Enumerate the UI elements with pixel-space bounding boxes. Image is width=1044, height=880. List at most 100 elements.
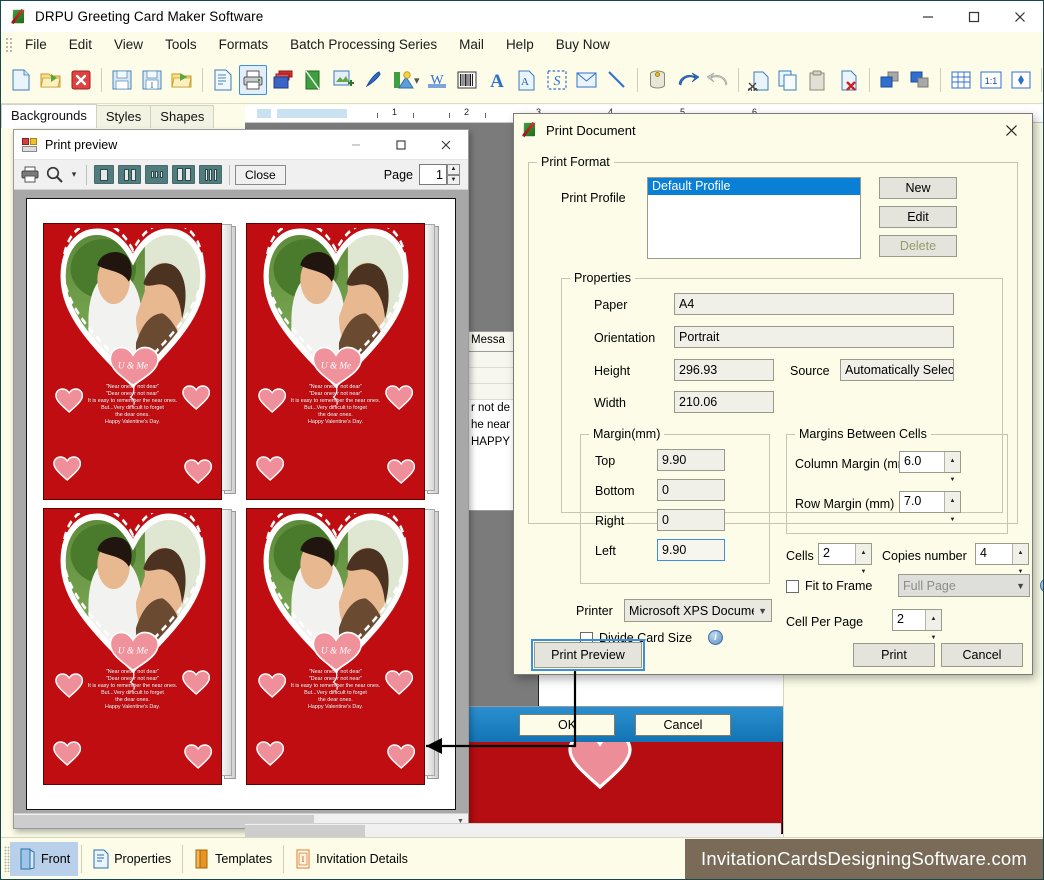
page-number-input[interactable]: 1 (419, 164, 447, 185)
tab-shapes[interactable]: Shapes (150, 105, 215, 128)
profile-item-default[interactable]: Default Profile (648, 178, 860, 195)
message-table[interactable]: Messa r not de he near HAPPY (467, 331, 519, 511)
fit-to-frame-checkbox[interactable]: Fit to Frame (786, 579, 872, 593)
ok-button[interactable]: OK (519, 713, 615, 736)
pp-close-button[interactable] (423, 130, 468, 160)
menu-tools[interactable]: Tools (154, 34, 208, 55)
fit-page-icon[interactable] (1007, 65, 1035, 95)
checkbox-box[interactable] (786, 579, 799, 593)
text-style-icon[interactable]: A (513, 65, 541, 95)
two-pages-icon[interactable] (118, 165, 141, 184)
watermark-icon[interactable]: W (423, 65, 451, 95)
save-as-icon[interactable]: I (138, 65, 166, 95)
row-margin-arrows[interactable]: ▲ ▼ (944, 492, 960, 523)
database-icon[interactable] (644, 65, 672, 95)
card-layers-icon[interactable] (269, 65, 297, 95)
message-table-row[interactable] (468, 368, 518, 384)
print-preview-button[interactable]: Print Preview (531, 639, 645, 671)
pp-maximize-button[interactable] (378, 130, 423, 160)
margin-left-field[interactable]: 9.90 (657, 539, 725, 561)
printer-combo[interactable]: Microsoft XPS Document ▼ (624, 599, 772, 622)
menu-mail[interactable]: Mail (448, 34, 495, 55)
spin-up[interactable]: ▲ (1013, 544, 1028, 563)
minimize-button[interactable] (905, 1, 951, 32)
source-field[interactable]: Automatically Selec (840, 359, 954, 381)
message-table-row[interactable] (468, 352, 518, 368)
menu-formats[interactable]: Formats (208, 34, 280, 55)
pen-icon[interactable] (359, 65, 387, 95)
save-icon[interactable] (108, 65, 136, 95)
menu-view[interactable]: View (103, 34, 154, 55)
margin-bottom-field[interactable]: 0 (657, 479, 725, 501)
paste-icon[interactable] (805, 65, 833, 95)
menu-help[interactable]: Help (495, 34, 545, 55)
signature-icon[interactable]: S (543, 65, 571, 95)
delete-document-icon[interactable] (67, 65, 95, 95)
spin-down[interactable]: ▼ (945, 471, 960, 490)
bring-front-icon[interactable] (876, 65, 904, 95)
close-button[interactable] (997, 1, 1043, 32)
page-spinner[interactable]: ▲ ▼ (447, 164, 460, 185)
statusbar-item-templates[interactable]: Templates (186, 842, 280, 876)
grid-icon[interactable] (947, 65, 975, 95)
preview-close-button[interactable]: Close (235, 164, 286, 185)
line-icon[interactable] (603, 65, 631, 95)
margin-right-field[interactable]: 0 (657, 509, 725, 531)
height-field[interactable]: 296.93 (674, 359, 774, 381)
menu-edit[interactable]: Edit (58, 34, 103, 55)
message-table-row[interactable] (468, 384, 518, 400)
column-margin-spinner[interactable]: 6.0 ▲ ▼ (899, 451, 961, 483)
menu-gripper[interactable] (4, 35, 12, 54)
statusbar-item-invitation-details[interactable]: I Invitation Details (287, 842, 416, 876)
undo-icon[interactable] (674, 65, 702, 95)
spin-up[interactable]: ▲ (926, 610, 941, 629)
text-icon[interactable]: A (483, 65, 511, 95)
statusbar-item-front[interactable]: Front (10, 841, 79, 876)
envelope-icon[interactable] (573, 65, 601, 95)
insert-image-icon[interactable] (329, 65, 357, 95)
redo-icon[interactable] (704, 65, 732, 95)
cells-spinner[interactable]: 2 ▲ ▼ (818, 543, 872, 575)
pp-minimize-button[interactable] (333, 130, 378, 160)
copy-icon[interactable] (775, 65, 803, 95)
scrollbar-thumb[interactable] (245, 825, 365, 837)
cancel-print-button[interactable]: Cancel (941, 643, 1023, 667)
paper-field[interactable]: A4 (674, 293, 954, 315)
menu-buy-now[interactable]: Buy Now (545, 34, 621, 55)
barcode-icon[interactable] (453, 65, 481, 95)
cancel-button[interactable]: Cancel (635, 713, 731, 736)
copies-arrows[interactable]: ▲ ▼ (1012, 544, 1028, 575)
page-setup-icon[interactable] (209, 65, 237, 95)
maximize-button[interactable] (951, 1, 997, 32)
new-profile-button[interactable]: New (879, 177, 957, 199)
design-icon[interactable] (299, 65, 327, 95)
send-back-icon[interactable] (906, 65, 934, 95)
spin-up[interactable]: ▲ (945, 492, 960, 511)
chevron-down-icon[interactable]: ▾ (67, 163, 81, 187)
printer-icon[interactable] (19, 163, 43, 187)
cell-per-page-spinner[interactable]: 2 ▲ ▼ (892, 609, 942, 641)
magnifier-icon[interactable] (43, 163, 67, 187)
one-page-icon[interactable] (94, 165, 114, 184)
print-button[interactable]: Print (853, 643, 935, 667)
chevron-down-icon[interactable]: ▼ (758, 602, 767, 620)
delete-item-icon[interactable] (835, 65, 863, 95)
four-pages-icon[interactable] (172, 165, 195, 184)
width-field[interactable]: 210.06 (674, 391, 774, 413)
cell-per-page-arrows[interactable]: ▲ ▼ (925, 610, 941, 641)
actual-size-icon[interactable]: 1:1 (977, 65, 1005, 95)
edit-profile-button[interactable]: Edit (879, 206, 957, 228)
print-icon[interactable] (239, 65, 267, 95)
chevron-down-icon[interactable]: ▼ (1016, 577, 1025, 595)
column-margin-arrows[interactable]: ▲ ▼ (944, 452, 960, 483)
orientation-field[interactable]: Portrait (674, 326, 954, 348)
open-folder-icon[interactable] (37, 65, 65, 95)
cells-arrows[interactable]: ▲ ▼ (855, 544, 871, 575)
fit-to-frame-combo[interactable]: Full Page ▼ (898, 574, 1030, 597)
page-spinner-down[interactable]: ▼ (447, 174, 460, 185)
main-horizontal-scrollbar[interactable] (245, 823, 781, 837)
print-document-close-button[interactable] (990, 115, 1032, 145)
menu-file[interactable]: File (14, 34, 58, 55)
shape-icon[interactable] (389, 65, 417, 95)
six-pages-icon[interactable] (199, 165, 222, 184)
